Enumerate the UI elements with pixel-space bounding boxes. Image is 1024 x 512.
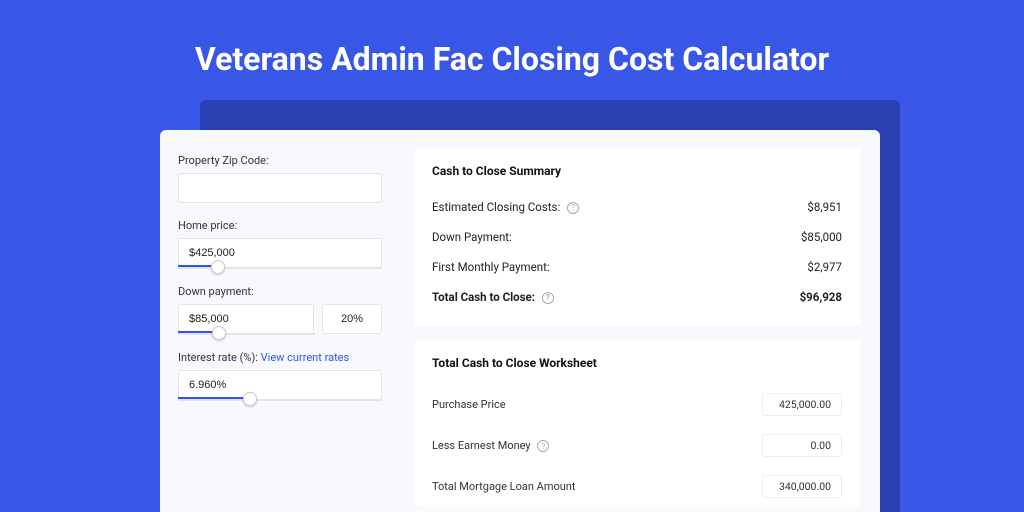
summary-box: Cash to Close Summary Estimated Closing …: [414, 148, 860, 326]
summary-row-value: $96,928: [800, 290, 842, 304]
down-payment-pct-input[interactable]: [322, 304, 382, 334]
view-rates-link[interactable]: View current rates: [261, 351, 350, 364]
summary-row: Down Payment: $85,000: [432, 222, 842, 252]
down-payment-slider[interactable]: [178, 333, 315, 335]
home-price-group: Home price:: [178, 219, 382, 269]
zip-field-group: Property Zip Code:: [178, 154, 382, 203]
summary-row-value: $85,000: [801, 230, 842, 244]
zip-label: Property Zip Code:: [178, 154, 382, 167]
worksheet-row-label: Total Mortgage Loan Amount: [432, 480, 575, 493]
calculator-card: Property Zip Code: Home price: Down paym…: [160, 130, 880, 512]
interest-input[interactable]: [178, 370, 382, 400]
page-title: Veterans Admin Fac Closing Cost Calculat…: [0, 0, 1024, 98]
summary-row-total: Total Cash to Close: ? $96,928: [432, 282, 842, 312]
home-price-slider[interactable]: [178, 267, 382, 269]
worksheet-row: Less Earnest Money ? 0.00: [432, 425, 842, 466]
results-panel: Cash to Close Summary Estimated Closing …: [400, 130, 880, 512]
worksheet-label-text: Less Earnest Money: [432, 439, 531, 452]
interest-group: Interest rate (%): View current rates: [178, 351, 382, 401]
worksheet-box: Total Cash to Close Worksheet Purchase P…: [414, 340, 860, 507]
worksheet-row: Purchase Price 425,000.00: [432, 384, 842, 425]
help-icon[interactable]: ?: [537, 440, 549, 452]
slider-fill: [178, 331, 216, 333]
summary-row-label: First Monthly Payment:: [432, 260, 550, 274]
summary-row-value: $8,951: [807, 200, 842, 214]
summary-row-label: Estimated Closing Costs: ?: [432, 200, 579, 214]
summary-title: Cash to Close Summary: [432, 164, 842, 178]
down-payment-input[interactable]: [178, 304, 314, 334]
summary-row-value: $2,977: [807, 260, 842, 274]
slider-thumb[interactable]: [212, 326, 226, 340]
interest-slider[interactable]: [178, 399, 382, 401]
help-icon[interactable]: ?: [542, 292, 554, 304]
worksheet-row-value[interactable]: 0.00: [762, 434, 842, 457]
worksheet-row-value[interactable]: 340,000.00: [762, 475, 842, 498]
summary-row: First Monthly Payment: $2,977: [432, 252, 842, 282]
slider-thumb[interactable]: [211, 260, 225, 274]
summary-row-label: Total Cash to Close: ?: [432, 290, 554, 304]
summary-label-text: Estimated Closing Costs:: [432, 200, 560, 214]
summary-label-text: Total Cash to Close:: [432, 290, 535, 304]
worksheet-title: Total Cash to Close Worksheet: [432, 356, 842, 370]
slider-thumb[interactable]: [243, 392, 257, 406]
down-payment-label: Down payment:: [178, 285, 382, 298]
worksheet-row: Total Mortgage Loan Amount 340,000.00: [432, 466, 842, 507]
interest-label-text: Interest rate (%):: [178, 351, 258, 364]
worksheet-row-label: Less Earnest Money ?: [432, 439, 549, 452]
worksheet-row-value[interactable]: 425,000.00: [762, 393, 842, 416]
interest-label: Interest rate (%): View current rates: [178, 351, 382, 364]
slider-fill: [178, 397, 249, 399]
summary-row-label: Down Payment:: [432, 230, 512, 244]
home-price-label: Home price:: [178, 219, 382, 232]
home-price-input[interactable]: [178, 238, 382, 268]
help-icon[interactable]: ?: [567, 202, 579, 214]
slider-fill: [178, 265, 215, 267]
worksheet-row-label: Purchase Price: [432, 398, 506, 411]
summary-row: Estimated Closing Costs: ? $8,951: [432, 192, 842, 222]
down-payment-group: Down payment:: [178, 285, 382, 335]
inputs-panel: Property Zip Code: Home price: Down paym…: [160, 130, 400, 512]
zip-input[interactable]: [178, 173, 382, 203]
